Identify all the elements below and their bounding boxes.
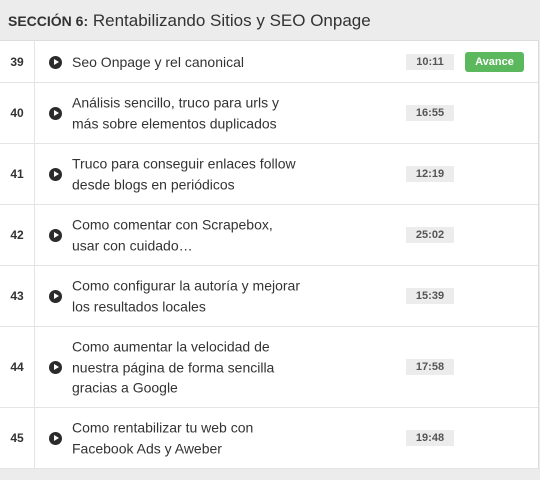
lesson-number: 43 xyxy=(0,266,35,326)
lesson-list: 39 Seo Onpage y rel canonical 10:11 Avan… xyxy=(0,40,539,469)
play-icon[interactable] xyxy=(49,290,62,303)
lesson-number: 39 xyxy=(0,41,35,82)
lesson-duration: 16:55 xyxy=(406,105,454,121)
lesson-duration: 17:58 xyxy=(406,359,454,375)
lesson-row[interactable]: 44 Como aumentar la velocidad de nuestra… xyxy=(0,327,538,408)
lesson-duration: 15:39 xyxy=(406,288,454,304)
lesson-number: 40 xyxy=(0,83,35,143)
lesson-title[interactable]: Como rentabilizar tu web con Facebook Ad… xyxy=(72,418,302,459)
lesson-title[interactable]: Seo Onpage y rel canonical xyxy=(72,51,302,72)
lesson-title[interactable]: Como configurar la autoría y mejorar los… xyxy=(72,276,302,317)
lesson-number: 44 xyxy=(0,327,35,407)
play-icon[interactable] xyxy=(49,55,62,69)
section-header: SECCIÓN 6: Rentabilizando Sitios y SEO O… xyxy=(0,0,540,40)
lesson-row[interactable]: 41 Truco para conseguir enlaces follow d… xyxy=(0,144,538,205)
lesson-title[interactable]: Como comentar con Scrapebox, usar con cu… xyxy=(72,215,302,256)
lesson-title[interactable]: Truco para conseguir enlaces follow desd… xyxy=(72,154,302,195)
preview-badge[interactable]: Avance xyxy=(465,51,524,72)
lesson-duration: 25:02 xyxy=(406,227,454,243)
lesson-title[interactable]: Análisis sencillo, truco para urls y más… xyxy=(72,93,302,134)
play-icon[interactable] xyxy=(49,229,62,242)
lesson-row[interactable]: 39 Seo Onpage y rel canonical 10:11 Avan… xyxy=(0,41,538,83)
lesson-duration: 10:11 xyxy=(406,53,454,70)
lesson-duration: 12:19 xyxy=(406,166,454,182)
play-icon[interactable] xyxy=(49,107,62,120)
lesson-row[interactable]: 42 Como comentar con Scrapebox, usar con… xyxy=(0,205,538,266)
lesson-row[interactable]: 40 Análisis sencillo, truco para urls y … xyxy=(0,83,538,144)
section-number: SECCIÓN 6: xyxy=(8,13,89,29)
lesson-row[interactable]: 43 Como configurar la autoría y mejorar … xyxy=(0,266,538,327)
section-title: Rentabilizando Sitios y SEO Onpage xyxy=(92,11,371,30)
play-icon[interactable] xyxy=(49,361,62,374)
lesson-number: 41 xyxy=(0,144,35,204)
lesson-number: 45 xyxy=(0,408,35,468)
play-icon[interactable] xyxy=(49,168,62,181)
lesson-row[interactable]: 45 Como rentabilizar tu web con Facebook… xyxy=(0,408,538,469)
lesson-title[interactable]: Como aumentar la velocidad de nuestra pá… xyxy=(72,336,302,398)
lesson-duration: 19:48 xyxy=(406,430,454,446)
lesson-number: 42 xyxy=(0,205,35,265)
play-icon[interactable] xyxy=(49,432,62,445)
course-section: SECCIÓN 6: Rentabilizando Sitios y SEO O… xyxy=(0,0,540,480)
